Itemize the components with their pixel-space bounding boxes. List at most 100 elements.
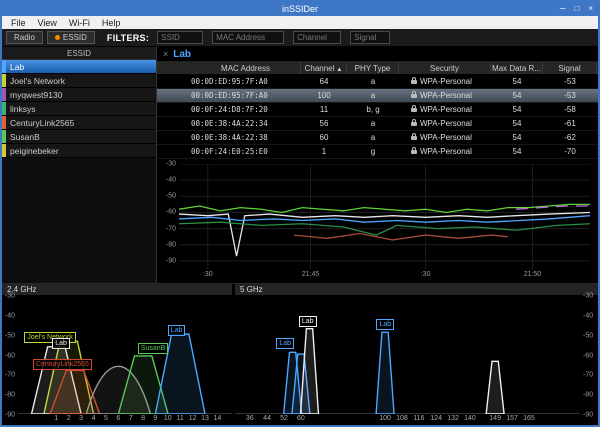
y-tick-label: -40 (5, 312, 15, 319)
time-tick-label: 21:45 (302, 271, 320, 278)
column-header-channel[interactable]: Channel▲ (301, 62, 347, 74)
essid-label: linksys (6, 104, 36, 114)
column-header-signal[interactable]: Signal (543, 62, 597, 74)
minimize-button[interactable]: ─ (560, 5, 566, 13)
lock-icon (411, 94, 417, 98)
table-row[interactable]: 00:0E:38:4A:22:3860aWPA-Personal54-62 (157, 131, 598, 145)
essid-item-joelsnetwork[interactable]: Joel's Network (2, 74, 156, 88)
network-label-lab: Lab (299, 316, 317, 327)
essid-label: Lab (6, 62, 24, 72)
table-row[interactable]: 00:0D:ED:95:7F:A064aWPA-Personal54-53 (157, 75, 598, 89)
security-label: WPA-Personal (420, 77, 472, 86)
menu-wifi[interactable]: Wi-Fi (63, 18, 96, 28)
network-shape (486, 361, 504, 414)
tab-close-icon[interactable]: × (163, 49, 168, 59)
y-tick-label: -60 (583, 352, 593, 359)
channel-tick-label: 14 (214, 415, 222, 422)
xlabels-5ghz: 36445260100108116124132140149157165 (235, 414, 580, 425)
mac-address-cell: 00:0D:ED:95:7F:A0 (191, 77, 301, 86)
max-data-rate-cell: 54 (491, 133, 543, 142)
canvas-5ghz (235, 296, 580, 414)
maximize-button[interactable]: □ (574, 5, 579, 13)
phy-type-cell: a (347, 119, 399, 128)
security-cell: WPA-Personal (399, 77, 491, 86)
essid-item-centurylink2565[interactable]: CenturyLink2565 (2, 116, 156, 130)
channel-cell: 1 (301, 147, 347, 156)
lock-icon (411, 150, 417, 154)
channel-tick-label: 1 (54, 415, 58, 422)
essid-label: Joel's Network (6, 76, 65, 86)
channel-tick-label: 9 (153, 415, 157, 422)
channel-tick-label: 157 (506, 415, 518, 422)
table-row[interactable]: 00:0E:38:4A:22:3456aWPA-Personal54-61 (157, 117, 598, 131)
channel-tick-label: 3 (79, 415, 83, 422)
signal-cell: -62 (543, 133, 597, 142)
titlebar[interactable]: inSSIDer ─ □ × (2, 2, 598, 16)
channel-tick-label: 100 (379, 415, 391, 422)
security-label: WPA-Personal (420, 119, 472, 128)
column-header-phytype[interactable]: PHY Type (347, 62, 399, 74)
essid-item-lab[interactable]: Lab (2, 60, 156, 74)
radio-button[interactable]: Radio (6, 31, 43, 44)
menu-file[interactable]: File (5, 18, 32, 28)
close-button[interactable]: × (588, 5, 593, 13)
column-label: Channel (305, 64, 335, 73)
essid-label: CenturyLink2565 (6, 118, 74, 128)
channel-tick-label: 132 (447, 415, 459, 422)
canvas-24ghz (18, 296, 232, 414)
y-tick-label: -40 (166, 177, 176, 184)
y-tick-label: -40 (583, 312, 593, 319)
table-row[interactable]: 00:0F:24:E0:25:E01gWPA-Personal54-70 (157, 145, 598, 159)
column-header-security[interactable]: Security (399, 62, 491, 74)
radio-button-label: Radio (14, 33, 35, 42)
network-shape-lab (376, 332, 394, 414)
time-tick-label: :30 (421, 271, 431, 278)
essid-list-header: ESSID (2, 47, 156, 60)
window-controls: ─ □ × (560, 2, 593, 16)
lock-icon (411, 136, 417, 140)
channel-tick-label: 140 (464, 415, 476, 422)
menu-help[interactable]: Help (96, 18, 127, 28)
essid-button-label: ESSID (63, 33, 87, 42)
plot-5ghz: Lab Lab Lab (235, 296, 580, 414)
security-label: WPA-Personal (420, 147, 472, 156)
mac-filter-input[interactable] (212, 31, 284, 44)
security-cell: WPA-Personal (399, 105, 491, 114)
time-graph-plot: :3021:45:3021:50 (179, 164, 590, 269)
channel-tick-label: 36 (246, 415, 254, 422)
max-data-rate-cell: 54 (491, 91, 543, 100)
channel-tick-label: 116 (413, 415, 424, 422)
channel-tick-label: 108 (396, 415, 408, 422)
menu-view[interactable]: View (32, 18, 63, 28)
essid-item-susanb[interactable]: SusanB (2, 130, 156, 144)
time-tick-label: :30 (203, 271, 213, 278)
signal-cell: -53 (543, 91, 597, 100)
phy-type-cell: a (347, 133, 399, 142)
essid-item-peiginebeker[interactable]: peiginebeker (2, 144, 156, 158)
signal-line-red (294, 233, 508, 239)
column-label: PHY Type (355, 64, 391, 73)
channel-filter-input[interactable] (293, 31, 341, 44)
network-label-lab: Lab (376, 319, 394, 330)
ssid-filter-input[interactable] (157, 31, 203, 44)
ylabels-5ghz: -30-40-50-60-70-80-90 (580, 296, 598, 425)
tab-lab[interactable]: Lab (173, 49, 191, 60)
column-header-macaddress[interactable]: MAC Address (191, 62, 301, 74)
max-data-rate-cell: 54 (491, 147, 543, 156)
network-label-lab: Lab (52, 338, 70, 349)
y-tick-label: -90 (5, 412, 15, 419)
plot-24ghz: Joel's NetworkLabCenturyLink2565SusanBLa… (18, 296, 232, 414)
essid-item-linksys[interactable]: linksys (2, 102, 156, 116)
security-label: WPA-Personal (420, 105, 472, 114)
channel-tick-label: 8 (141, 415, 145, 422)
signal-filter-input[interactable] (350, 31, 390, 44)
network-label-lab: Lab (276, 338, 294, 349)
table-row[interactable]: 00:0F:24:D8:7F:2011b, gWPA-Personal54-58 (157, 103, 598, 117)
channel-tick-label: 165 (523, 415, 535, 422)
column-header-maxdatar[interactable]: Max Data R... (491, 62, 543, 74)
table-row[interactable]: 00:0D:ED:95:7F:A0100aWPA-Personal54-53 (157, 89, 598, 103)
essid-button[interactable]: ESSID (47, 31, 95, 44)
channel-tick-label: 52 (280, 415, 288, 422)
essid-item-myqwest9130[interactable]: myqwest9130 (2, 88, 156, 102)
network-shape-lab (301, 329, 319, 414)
